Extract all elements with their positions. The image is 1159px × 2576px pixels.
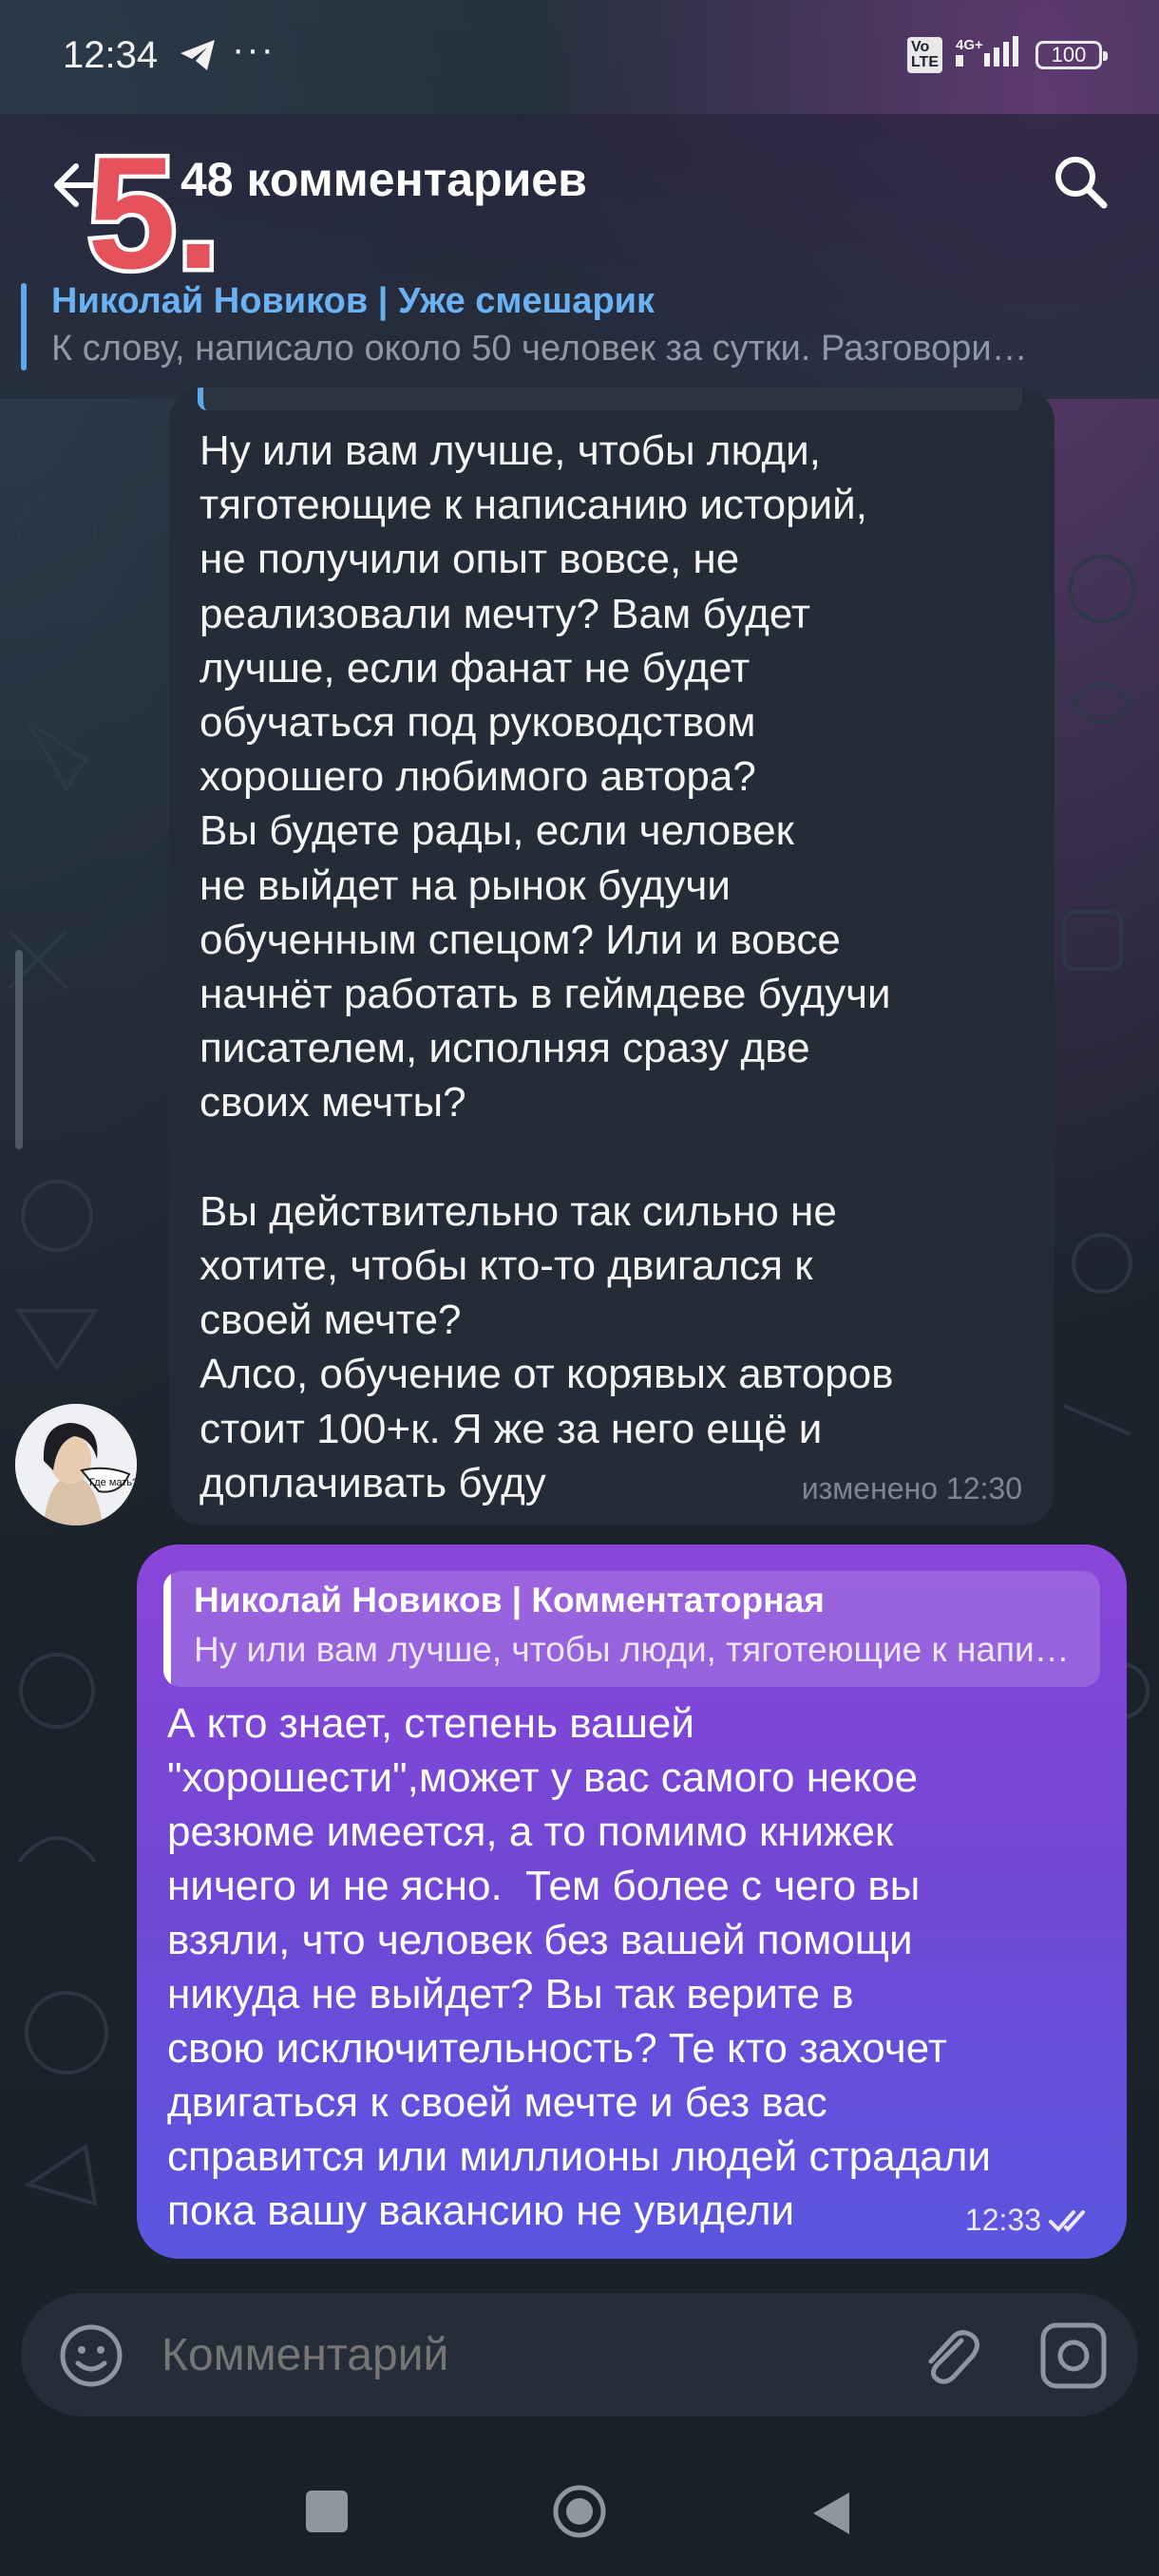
comment-input-bar [21,2293,1138,2416]
system-navigation-bar [0,2451,1159,2576]
reply-quote[interactable]: Николай Новиков | Комментаторная Ну или … [163,1571,1100,1687]
message-time: 12:33 [964,2203,1041,2237]
pinned-preview: К слову, написало около 50 человек за су… [51,329,1030,369]
pinned-author: Николай Новиков | Уже смешарик [51,281,656,321]
smile-icon [60,2324,123,2387]
quote-accent-bar [163,1571,171,1687]
triangle-back-icon [813,2492,849,2534]
home-circle-icon [553,2485,606,2538]
attach-button[interactable] [914,2320,986,2392]
outgoing-message[interactable]: Николай Новиков | Комментаторная Ну или … [137,1544,1127,2259]
message-time: изменено 12:30 [801,1471,1022,1506]
home-button[interactable] [551,2483,608,2540]
recents-button[interactable] [306,2491,348,2532]
avatar-image: Где мать? [15,1404,137,1525]
paperclip-icon [928,2330,979,2384]
status-indicators: Vo LTE 4G+ 100 [906,36,1108,73]
search-icon [1055,157,1108,209]
emoji-button[interactable] [57,2321,125,2390]
pinned-post[interactable]: Николай Новиков | Уже смешарик К слову, … [0,274,1159,397]
svg-text:4G+: 4G+ [956,37,983,53]
status-time: 12:34 [63,34,159,76]
signal-icon: 4G+ [956,36,1022,73]
double-check-icon [1049,2209,1085,2232]
status-bar: 12:34 ··· Vo LTE 4G+ 100 [0,0,1159,114]
page-title: 48 комментариев [180,153,587,206]
overlay-step-number: 5. [83,123,224,302]
quote-author: Николай Новиков | Комментаторная [194,1581,825,1619]
more-notifications-icon: ··· [232,28,276,70]
telegram-notification-icon [179,38,217,77]
comment-input[interactable] [162,2321,902,2388]
scroll-indicator[interactable] [15,950,23,1149]
search-button[interactable] [1045,146,1117,218]
comments-header: 48 комментариев 5. Николай Новиков | Уже… [0,114,1159,399]
instagram-camera-icon [1040,2322,1107,2389]
message-text: Ну или вам лучше, чтобы люди, тяготеющие… [200,427,894,1506]
nav-back-button[interactable] [809,2489,853,2538]
quote-text: Ну или вам лучше, чтобы люди, тяготеющие… [194,1630,1077,1669]
avatar-caption: Где мать? [89,1477,137,1488]
pinned-accent-bar [21,283,27,370]
volte-badge: Vo LTE [906,36,942,73]
camera-button[interactable] [1037,2320,1110,2392]
incoming-message[interactable]: Ну или вам лучше, чтобы люди, тяготеющие… [169,388,1054,1525]
avatar[interactable]: Где мать? [15,1404,137,1525]
message-meta: 12:33 [965,2203,1098,2238]
reply-preview-strip [198,388,1022,410]
message-text: А кто знает, степень вашей "хорошести",м… [167,1700,992,2234]
battery-indicator: 100 [1036,40,1108,69]
